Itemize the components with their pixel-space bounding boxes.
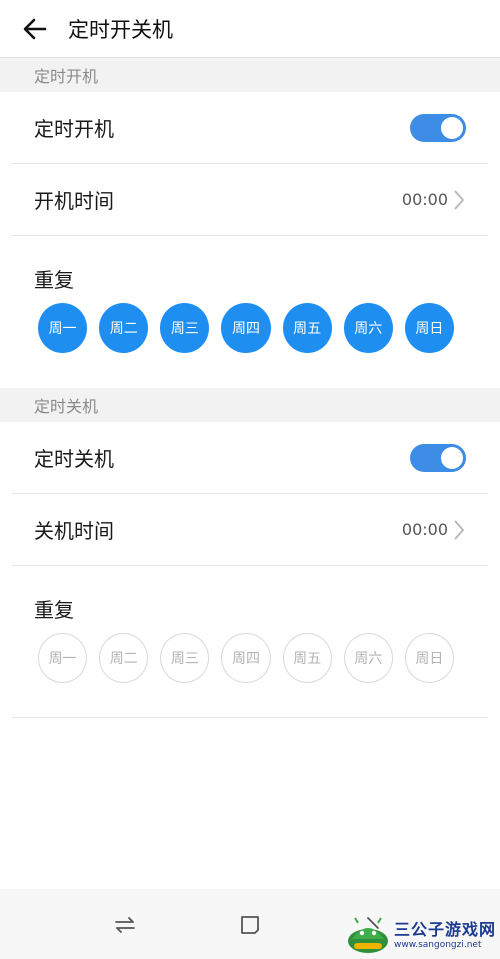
power-off-time-value: 00:00 <box>401 520 448 539</box>
section-label-power-off: 定时关机 <box>0 388 500 422</box>
power-on-toggle[interactable] <box>410 113 466 142</box>
power-on-toggle-row: 定时开机 <box>12 92 488 164</box>
day-toggle-tue[interactable]: 周二 <box>99 303 149 353</box>
day-toggle-tue[interactable]: 周二 <box>99 633 149 683</box>
power-off-time-label: 关机时间 <box>34 519 114 543</box>
power-on-repeat-label: 重复 <box>34 268 74 292</box>
android-logo-icon <box>347 917 388 953</box>
system-nav-bar: 三公子游戏网 www.sangongzi.net <box>0 889 500 959</box>
day-toggle-mon[interactable]: 周一 <box>38 303 88 353</box>
home-button[interactable] <box>236 911 264 939</box>
power-off-toggle-row: 定时关机 <box>12 422 488 494</box>
power-off-toggle-label: 定时关机 <box>34 447 114 471</box>
day-toggle-sat[interactable]: 周六 <box>343 303 393 353</box>
toggle-knob <box>441 116 463 139</box>
watermark-title: 三公子游戏网 <box>393 920 496 939</box>
power-off-time-row[interactable]: 关机时间 00:00 <box>12 494 488 566</box>
home-icon <box>241 916 259 934</box>
day-toggle-thu[interactable]: 周四 <box>221 303 271 353</box>
power-on-repeat-block: 重复 周一 周二 周三 周四 周五 周六 周日 <box>12 236 488 388</box>
watermark: 三公子游戏网 www.sangongzi.net <box>346 913 496 953</box>
power-on-time-value: 00:00 <box>401 190 448 209</box>
chevron-right-icon <box>454 189 465 210</box>
back-button[interactable] <box>4 0 66 58</box>
day-toggle-fri[interactable]: 周五 <box>282 633 332 683</box>
power-off-days: 周一 周二 周三 周四 周五 周六 周日 <box>38 633 466 683</box>
power-on-days: 周一 周二 周三 周四 周五 周六 周日 <box>38 303 466 353</box>
arrow-left-icon <box>23 18 47 39</box>
day-toggle-wed[interactable]: 周三 <box>160 303 210 353</box>
day-toggle-sat[interactable]: 周六 <box>343 633 393 683</box>
recent-apps-button[interactable] <box>111 911 139 939</box>
power-off-time-group: 00:00 <box>402 519 466 541</box>
chevron-right-icon <box>454 519 465 540</box>
app-header: 定时开关机 <box>0 0 500 58</box>
switch-apps-icon <box>115 917 135 933</box>
power-on-time-row[interactable]: 开机时间 00:00 <box>12 164 488 236</box>
day-toggle-sun[interactable]: 周日 <box>404 303 454 353</box>
day-toggle-mon[interactable]: 周一 <box>38 633 88 683</box>
power-on-toggle-label: 定时开机 <box>34 117 114 141</box>
toggle-knob <box>441 446 463 469</box>
power-off-toggle[interactable] <box>410 443 466 472</box>
power-on-time-group: 00:00 <box>402 189 466 211</box>
power-off-repeat-block: 重复 周一 周二 周三 周四 周五 周六 周日 <box>12 566 488 718</box>
power-off-repeat-label: 重复 <box>34 598 74 622</box>
day-toggle-thu[interactable]: 周四 <box>221 633 271 683</box>
day-toggle-wed[interactable]: 周三 <box>160 633 210 683</box>
watermark-url: www.sangongzi.net <box>393 940 482 950</box>
section-label-power-on: 定时开机 <box>0 58 500 92</box>
page-title: 定时开关机 <box>68 17 173 42</box>
power-on-time-label: 开机时间 <box>34 189 114 213</box>
day-toggle-sun[interactable]: 周日 <box>404 633 454 683</box>
day-toggle-fri[interactable]: 周五 <box>282 303 332 353</box>
